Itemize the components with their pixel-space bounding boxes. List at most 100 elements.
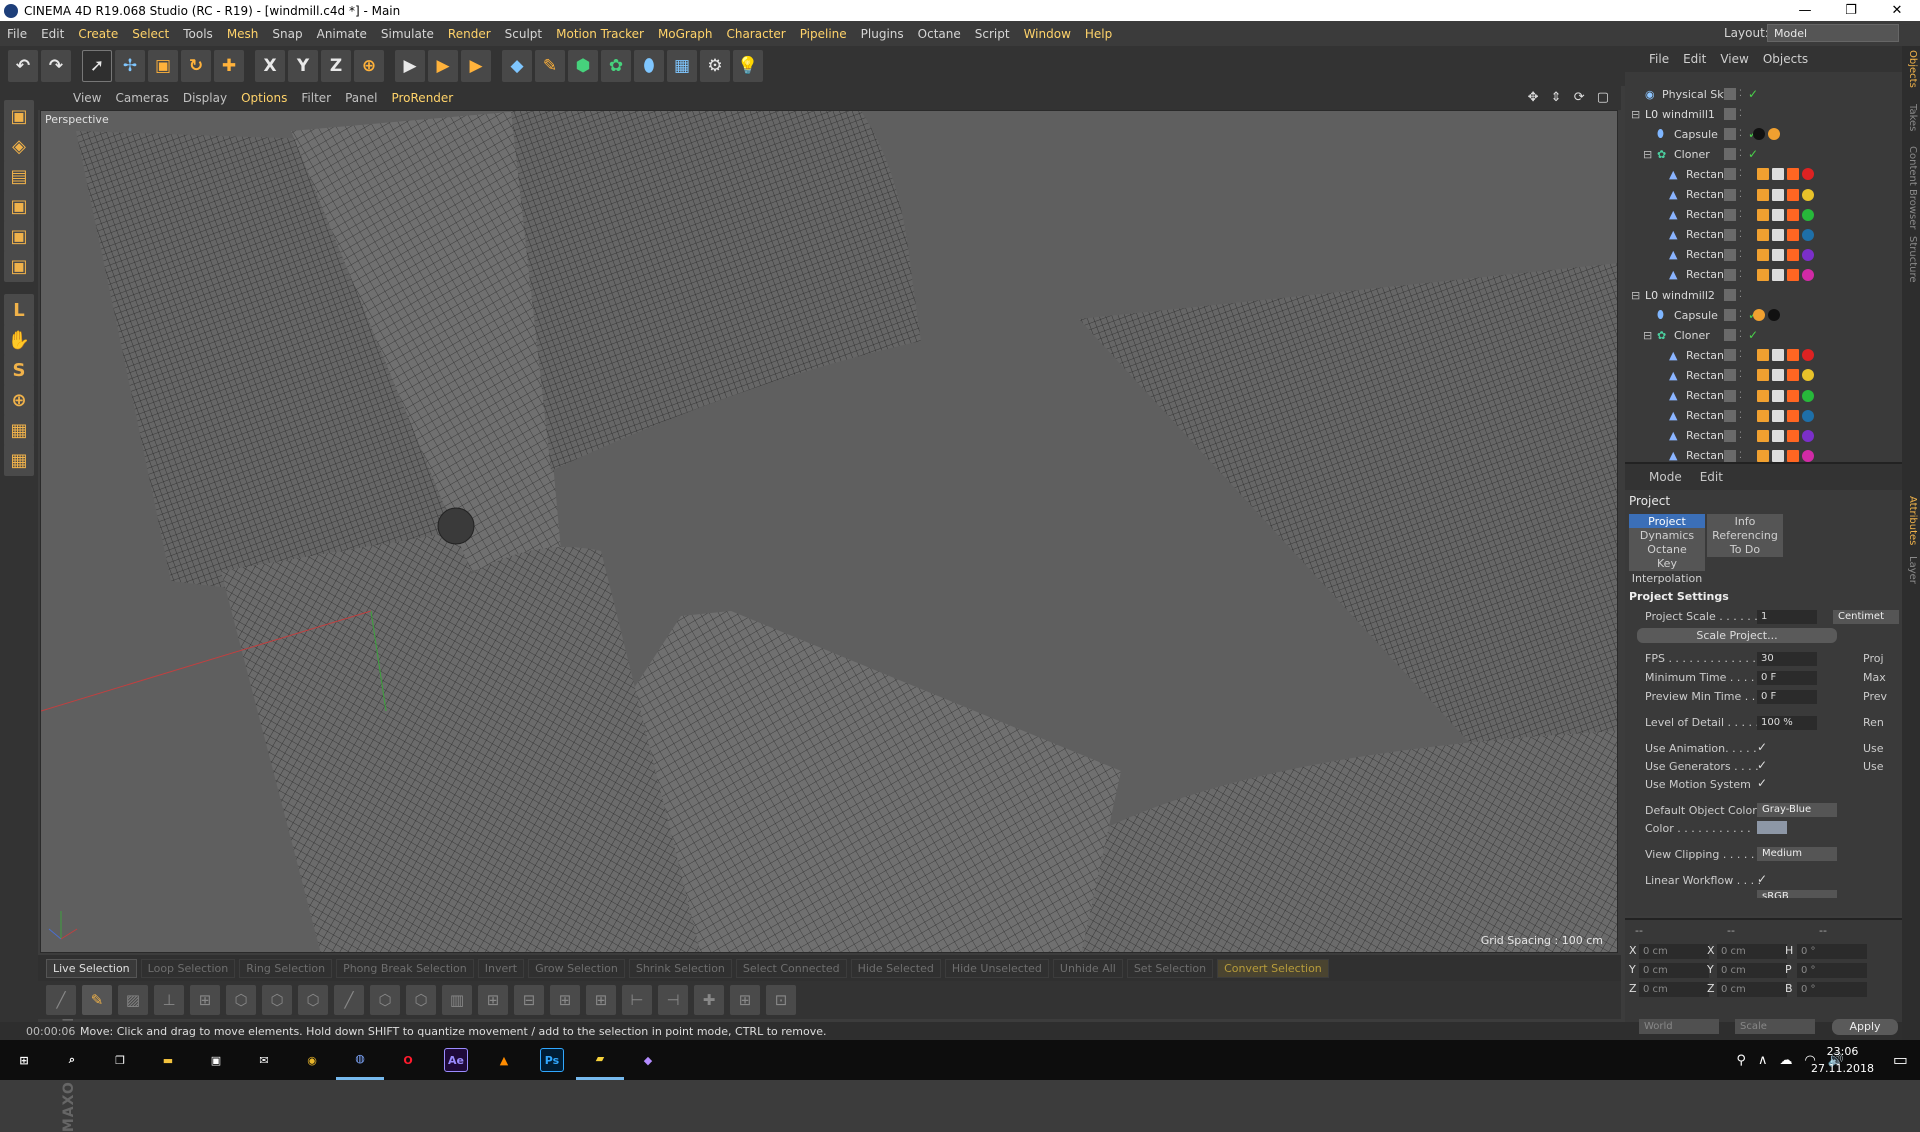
coord-p-field[interactable]: 0 °: [1797, 963, 1867, 978]
editor-visibility-toggle[interactable]: [1724, 329, 1736, 342]
expand-icon[interactable]: ⊟: [1631, 289, 1640, 302]
taskbar-photoshop[interactable]: Ps: [528, 1040, 576, 1080]
mesh-tool-1-icon[interactable]: ╱: [46, 985, 76, 1015]
menu-pipeline[interactable]: Pipeline: [793, 27, 854, 41]
visibility-dots[interactable]: ⁚: [1739, 370, 1742, 380]
tag-icon[interactable]: [1757, 248, 1769, 261]
menu-mesh[interactable]: Mesh: [220, 27, 266, 41]
editor-visibility-toggle[interactable]: [1724, 289, 1736, 301]
mesh-tool-20-icon[interactable]: ⊞: [730, 985, 760, 1015]
mesh-tool-17-icon[interactable]: ⊢: [622, 985, 652, 1015]
visibility-dots[interactable]: ⁚: [1739, 89, 1742, 99]
x-axis-lock-icon[interactable]: X: [255, 50, 285, 82]
object-row[interactable]: ▲ Rectan ⁚: [1625, 426, 1902, 446]
sel-hide-selected-button[interactable]: Hide Selected: [850, 958, 941, 978]
mesh-tool-5-icon[interactable]: ⊞: [190, 985, 220, 1015]
taskbar-visual-studio[interactable]: ◆: [624, 1040, 672, 1080]
tag-icon[interactable]: [1802, 349, 1814, 362]
tag-icon[interactable]: [1757, 268, 1769, 281]
tag-icon[interactable]: [1787, 389, 1799, 402]
side-tab-takes[interactable]: Takes: [1904, 104, 1918, 131]
edges-mode-icon[interactable]: ▣: [4, 220, 34, 252]
tag-icon[interactable]: [1757, 449, 1769, 462]
visibility-dots[interactable]: ⁚: [1739, 330, 1742, 340]
coord-x-field[interactable]: 0 cm: [1717, 944, 1787, 959]
sel-unhide-all-button[interactable]: Unhide All: [1052, 958, 1123, 978]
tray-people-icon[interactable]: ⚲: [1736, 1053, 1746, 1068]
tag-icon[interactable]: [1787, 449, 1799, 462]
visibility-dots[interactable]: ⁚: [1739, 310, 1742, 320]
tag-icon[interactable]: [1772, 228, 1784, 241]
sel-hide-unselected-button[interactable]: Hide Unselected: [944, 958, 1049, 978]
make-editable-icon[interactable]: ▣: [4, 100, 34, 132]
object-row[interactable]: ▲ Rectan ⁚: [1625, 205, 1902, 225]
tag-icon[interactable]: [1787, 409, 1799, 422]
side-tab-objects[interactable]: Objects: [1904, 50, 1918, 88]
editor-visibility-toggle[interactable]: [1724, 349, 1736, 362]
side-tab-structure[interactable]: Structure: [1904, 236, 1918, 283]
taskbar-mail[interactable]: ✉: [240, 1040, 288, 1080]
menu-animate[interactable]: Animate: [310, 27, 374, 41]
mesh-tool-13-icon[interactable]: ⊞: [478, 985, 508, 1015]
object-row[interactable]: ▲ Rectan ⁚: [1625, 345, 1902, 365]
viewport-menu-options[interactable]: Options: [234, 91, 294, 105]
menu-character[interactable]: Character: [719, 27, 792, 41]
editor-visibility-toggle[interactable]: [1724, 128, 1736, 141]
coord-x-field[interactable]: 0 cm: [1639, 944, 1709, 959]
points-mode-icon[interactable]: ▣: [4, 190, 34, 222]
render-picture-viewer-icon[interactable]: ▶: [428, 50, 458, 82]
editor-visibility-toggle[interactable]: [1724, 429, 1736, 442]
mesh-tool-18-icon[interactable]: ⊣: [658, 985, 688, 1015]
attr-menu-edit[interactable]: Edit: [1700, 470, 1723, 484]
tag-icon[interactable]: [1772, 429, 1784, 442]
object-row[interactable]: ▲ Rectan ⁚: [1625, 185, 1902, 205]
menu-create[interactable]: Create: [71, 27, 125, 41]
view-clipping-dropdown[interactable]: Medium: [1757, 847, 1837, 861]
object-row[interactable]: ⬮Capsule⁚✓: [1625, 305, 1902, 325]
taskbar-chrome[interactable]: ◉: [288, 1040, 336, 1080]
mesh-tool-14-icon[interactable]: ⊟: [514, 985, 544, 1015]
expand-icon[interactable]: ⊟: [1643, 148, 1652, 161]
render-settings-icon[interactable]: ▶: [461, 50, 491, 82]
tab-info[interactable]: Info: [1707, 514, 1783, 529]
pen-spline-icon[interactable]: ✎: [535, 50, 565, 82]
layout-dropdown[interactable]: Model: [1767, 24, 1899, 42]
mesh-tool-12-icon[interactable]: ▥: [442, 985, 472, 1015]
viewport-menu-prorender[interactable]: ProRender: [384, 91, 460, 105]
tag-icon[interactable]: [1787, 349, 1799, 362]
snap-icon[interactable]: S: [4, 354, 34, 386]
tab-referencing[interactable]: Referencing: [1707, 528, 1783, 543]
editor-visibility-toggle[interactable]: [1724, 228, 1736, 241]
object-row[interactable]: ⊟ ✿ Cloner ⁚ ✓: [1625, 325, 1902, 345]
object-row[interactable]: ⬮Capsule⁚✓: [1625, 124, 1902, 144]
linear-workflow-checkbox[interactable]: ✓: [1757, 872, 1767, 886]
apply-button[interactable]: Apply: [1832, 1019, 1898, 1035]
tag-icon[interactable]: [1757, 349, 1769, 362]
tag-icon[interactable]: [1802, 429, 1814, 442]
mesh-tool-19-icon[interactable]: ✚: [694, 985, 724, 1015]
editor-visibility-toggle[interactable]: [1724, 268, 1736, 281]
tag-icon[interactable]: [1802, 228, 1814, 241]
editor-visibility-toggle[interactable]: [1724, 148, 1736, 161]
tag-icon[interactable]: [1772, 268, 1784, 281]
viewport-menu-cameras[interactable]: Cameras: [108, 91, 175, 105]
light-icon[interactable]: 💡: [733, 50, 763, 82]
scale-project-button[interactable]: Scale Project...: [1637, 628, 1837, 643]
viewport-menu-filter[interactable]: Filter: [294, 91, 338, 105]
visibility-dots[interactable]: ⁚: [1739, 431, 1742, 441]
tag-icon[interactable]: [1772, 168, 1784, 181]
objmgr-menu-view[interactable]: View: [1720, 52, 1748, 66]
menu-help[interactable]: Help: [1078, 27, 1119, 41]
model-mode-icon[interactable]: ◈: [4, 130, 34, 162]
tweak-mode-icon[interactable]: ✋: [4, 324, 34, 356]
coordinate-system-icon[interactable]: ⊕: [354, 50, 384, 82]
sel-loop-selection-button[interactable]: Loop Selection: [140, 958, 236, 978]
sel-shrink-selection-button[interactable]: Shrink Selection: [628, 958, 732, 978]
visibility-dots[interactable]: ⁚: [1739, 190, 1742, 200]
menu-window[interactable]: Window: [1017, 27, 1078, 41]
taskbar-file-explorer[interactable]: ▬: [144, 1040, 192, 1080]
solo-icon[interactable]: ▦: [4, 414, 34, 446]
menu-snap[interactable]: Snap: [265, 27, 309, 41]
select-live-icon[interactable]: ➚: [82, 50, 112, 82]
tag-icon[interactable]: [1753, 309, 1765, 322]
